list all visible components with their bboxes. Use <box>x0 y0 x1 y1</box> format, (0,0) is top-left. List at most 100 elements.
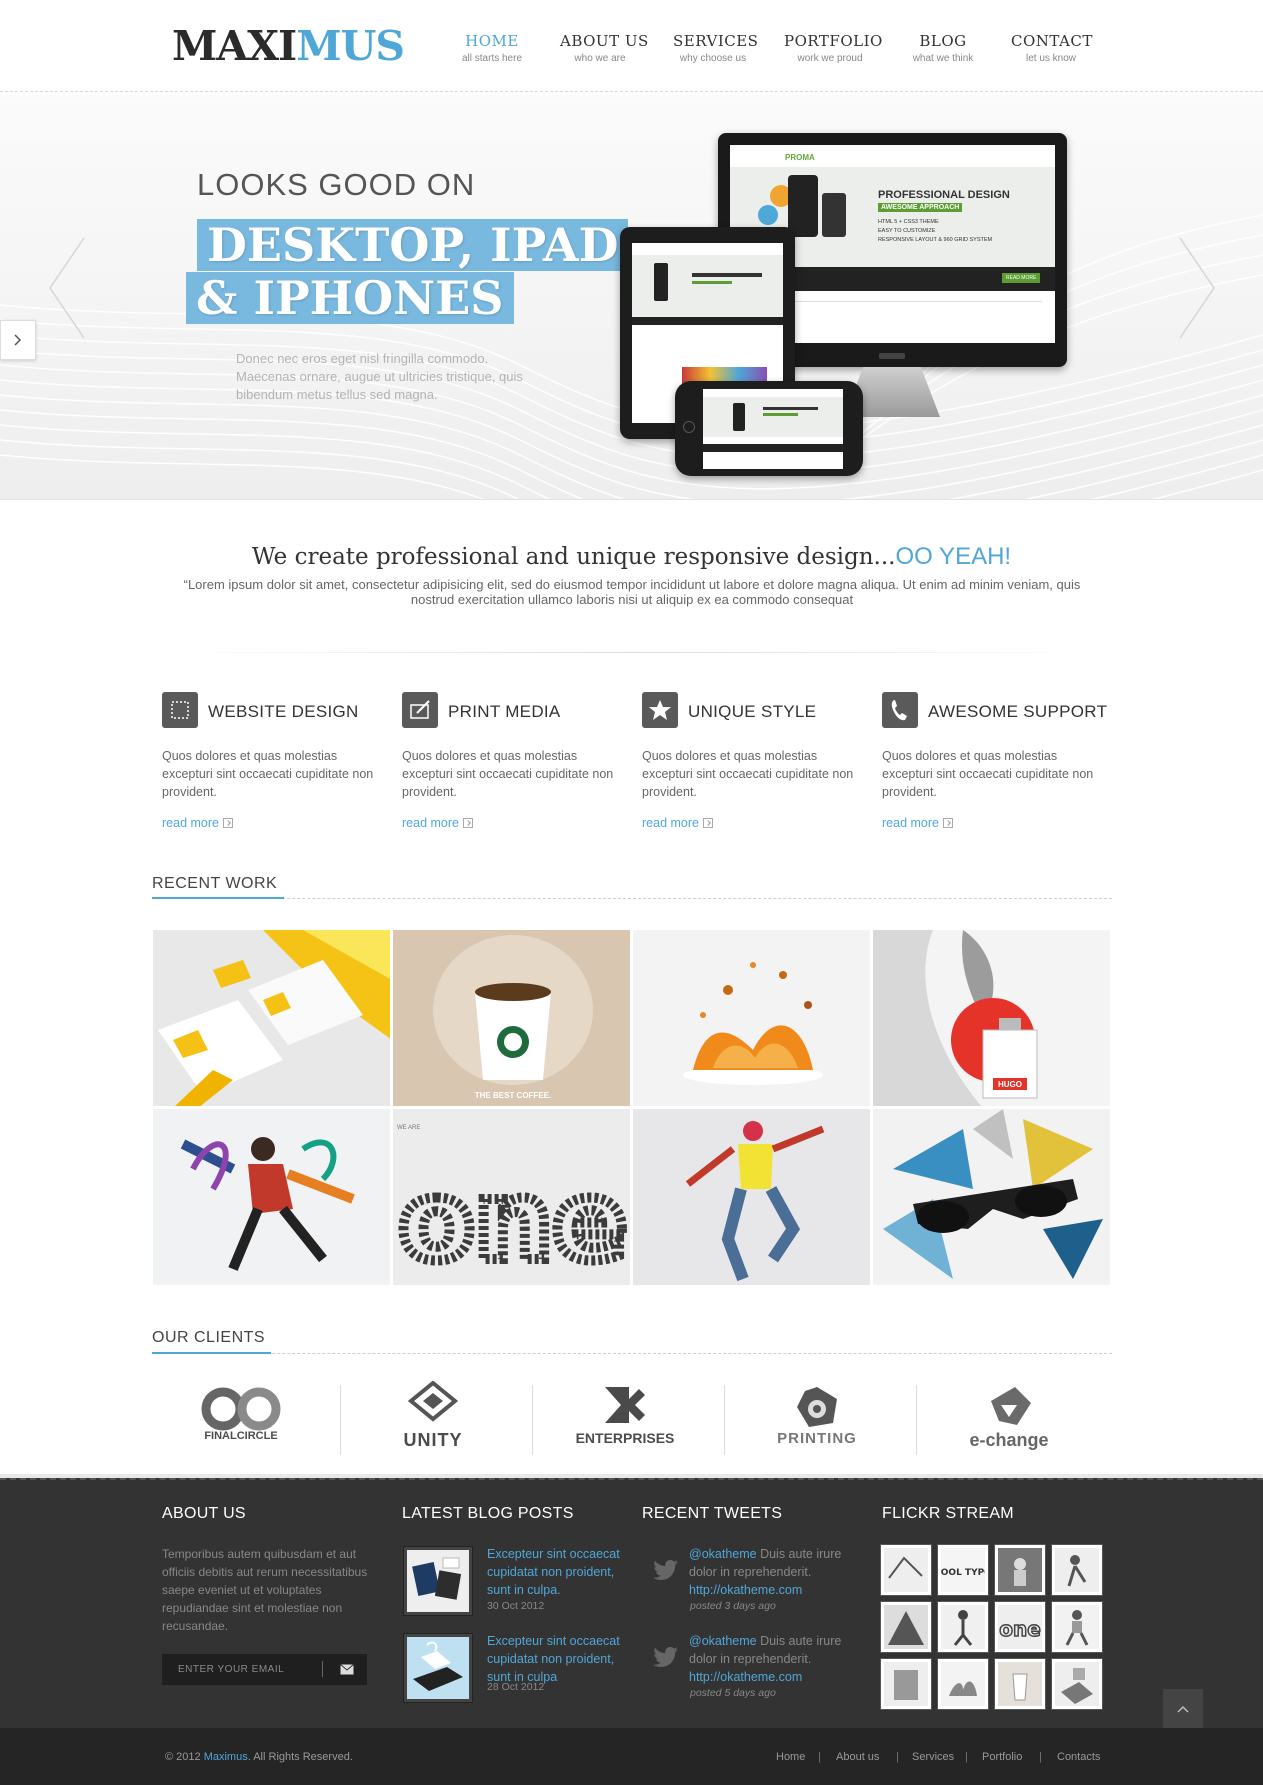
read-more-label: read more <box>642 816 699 830</box>
nav-services[interactable]: SERVICES why choose us <box>673 32 759 64</box>
client-name: FINALCIRCLE <box>204 1430 278 1442</box>
link-separator: | <box>1039 1751 1042 1763</box>
section-line <box>152 898 1112 899</box>
tweet-handle-link[interactable]: @okatheme <box>689 1634 757 1648</box>
tweet-link[interactable]: http://okatheme.com <box>689 1581 849 1599</box>
client-printing[interactable]: PRINTING <box>721 1377 913 1455</box>
flickr-photo[interactable] <box>938 1659 988 1709</box>
flickr-photo[interactable] <box>995 1659 1045 1709</box>
nav-home[interactable]: HOME all starts here <box>461 32 523 64</box>
intro-quote: “Lorem ipsum dolor sit amet, consectetur… <box>183 577 1081 607</box>
nav-label: CONTACT <box>1011 32 1093 50</box>
nav-sub: what we think <box>912 53 974 64</box>
nav-sub: work we proud <box>797 53 863 64</box>
hero-headline-line2: & IPHONES <box>186 272 514 324</box>
hero-description: Donec nec eros eget nisl fringilla commo… <box>236 351 523 402</box>
clients-heading: OUR CLIENTS <box>152 1329 266 1346</box>
tweet-link[interactable]: http://okatheme.com <box>689 1668 849 1686</box>
bottom-link-portfolio[interactable]: Portfolio <box>982 1751 1022 1763</box>
phone-heading <box>763 407 818 410</box>
work-item-coffee[interactable]: THE BEST COFFEE. <box>392 929 631 1107</box>
screen-bullet: EASY TO CUSTOMIZE <box>878 228 936 234</box>
screen-button: READ MORE <box>1002 273 1041 283</box>
client-unity[interactable]: UNITY <box>337 1377 529 1455</box>
copyright: © 2012 Maximus. All Rights Reserved. <box>165 1751 353 1763</box>
client-enterprises[interactable]: ENTERPRISES <box>529 1377 721 1455</box>
work-item-business-cards[interactable] <box>152 929 391 1107</box>
bottom-link-about[interactable]: About us <box>836 1751 879 1763</box>
hero-headline-line1: DESKTOP, IPAD <box>197 219 629 271</box>
tweet-handle-link[interactable]: @okatheme <box>689 1547 757 1561</box>
page: { "logo": {"part1": "MAXI", "part2": "MU… <box>0 0 1263 1785</box>
logo[interactable]: MAXIMUS <box>172 22 405 70</box>
screen-phone <box>788 175 818 237</box>
flickr-photo[interactable]: COOL TYPO <box>938 1545 988 1595</box>
site-header: MAXIMUS HOME all starts here ABOUT US who … <box>0 0 1263 92</box>
read-more-link[interactable]: read more <box>642 816 713 830</box>
read-more-link[interactable]: read more <box>882 816 953 830</box>
bottom-link-services[interactable]: Services <box>912 1751 954 1763</box>
flickr-photo[interactable]: one <box>995 1602 1045 1652</box>
flickr-photo[interactable] <box>995 1545 1045 1595</box>
divider <box>160 652 1103 653</box>
perfume-image: HUGO <box>873 930 1110 1106</box>
nav-sub: why choose us <box>679 53 747 64</box>
work-item-one[interactable]: WE ARE one <box>392 1108 631 1286</box>
flickr-photo[interactable] <box>881 1659 931 1709</box>
footer-blog-heading: LATEST BLOG POSTS <box>402 1505 574 1522</box>
newsletter-submit-button[interactable] <box>330 1654 366 1685</box>
blog-post-thumbnail[interactable] <box>404 1634 472 1702</box>
bottom-link-contacts[interactable]: Contacts <box>1057 1751 1100 1763</box>
slider-next-arrow[interactable] <box>1178 237 1216 339</box>
blog-thumb-image <box>407 1637 469 1699</box>
flickr-one-text: one <box>999 1617 1041 1641</box>
flickr-photo[interactable] <box>1052 1602 1102 1652</box>
phone-screen <box>703 389 843 469</box>
perfume-label: HUGO <box>998 1080 1022 1089</box>
enterprises-logo-icon <box>605 1387 645 1423</box>
service-title: UNIQUE STYLE <box>688 702 817 721</box>
work-item-sunglasses[interactable] <box>872 1108 1111 1286</box>
flickr-photo[interactable] <box>938 1602 988 1652</box>
blog-post-title-link[interactable]: Excepteur sint occaecat cupidatat non pr… <box>487 1545 627 1599</box>
copyright-suffix: . All Rights Reserved. <box>247 1751 353 1763</box>
flickr-photo[interactable] <box>1052 1545 1102 1595</box>
read-more-link[interactable]: read more <box>162 816 233 830</box>
read-more-link[interactable]: read more <box>402 816 473 830</box>
nav-portfolio[interactable]: PORTFOLIO work we proud <box>784 32 882 64</box>
nav-about[interactable]: ABOUT US who we are <box>560 32 649 64</box>
work-item-jumper[interactable] <box>632 1108 871 1286</box>
one-typography-image: WE ARE one <box>393 1109 630 1285</box>
slider-prev-arrow[interactable] <box>48 237 86 339</box>
blog-post-thumbnail[interactable] <box>404 1547 472 1615</box>
footer-tweets-heading: RECENT TWEETS <box>642 1505 783 1522</box>
client-echange[interactable]: e-change <box>913 1377 1105 1455</box>
work-item-dancer[interactable] <box>152 1108 391 1286</box>
work-item-splash[interactable] <box>632 929 871 1107</box>
bottom-link-home[interactable]: Home <box>776 1751 805 1763</box>
client-finalcircle[interactable]: FINALCIRCLE <box>145 1377 337 1455</box>
client-name: PRINTING <box>777 1430 857 1447</box>
slider-toggle-button[interactable] <box>0 320 36 360</box>
blog-post-title-link[interactable]: Excepteur sint occaecat cupidatat non pr… <box>487 1632 627 1686</box>
flickr-photo[interactable] <box>881 1545 931 1595</box>
arrow-box-icon <box>462 818 473 828</box>
screen-bullet: RESPONSIVE LAYOUT & 960 GRID SYSTEM <box>878 237 993 243</box>
flickr-photo[interactable] <box>1052 1659 1102 1709</box>
work-item-perfume[interactable]: HUGO <box>872 929 1111 1107</box>
flickr-photo[interactable] <box>881 1602 931 1652</box>
nav-label: SERVICES <box>673 32 759 50</box>
nav-blog[interactable]: BLOG what we think <box>906 32 980 64</box>
arrow-box-icon <box>942 818 953 828</box>
blog-thumb-image <box>407 1550 469 1612</box>
phone-sub <box>763 413 798 416</box>
service-title: AWESOME SUPPORT <box>928 702 1108 721</box>
copyright-brand-link[interactable]: Maximus <box>204 1751 248 1763</box>
nav-contact[interactable]: CONTACT let us know <box>1011 32 1093 64</box>
jumper-image <box>633 1109 870 1285</box>
nav-label: ABOUT US <box>560 32 649 50</box>
logo-part2: MUS <box>296 22 405 70</box>
sunglasses-image <box>873 1109 1110 1285</box>
flickr-cool-text: COOL TYPO <box>941 1568 985 1578</box>
scroll-to-top-button[interactable] <box>1163 1689 1203 1729</box>
